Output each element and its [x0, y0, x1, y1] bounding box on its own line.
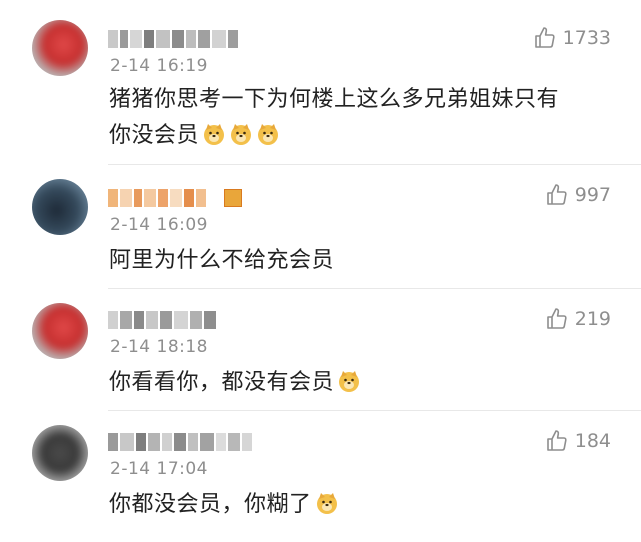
avatar[interactable] [32, 425, 88, 481]
comment-timestamp: 2-14 16:09 [110, 215, 208, 235]
comment-text-tail: 你没会员 [109, 123, 200, 148]
comment-time: 16:09 [156, 215, 208, 235]
username-blurred[interactable] [108, 431, 254, 453]
comment-text-body: 你都没会员，你糊了 [109, 492, 312, 517]
comment-text: 猪猪你思考一下为何楼上这么多兄弟姐妹只有 你没会员 [109, 82, 609, 154]
like-button[interactable]: 184 [545, 429, 611, 453]
comment-text: 你都没会员，你糊了 [109, 487, 609, 523]
thumbs-up-icon [546, 430, 567, 451]
avatar[interactable] [32, 179, 88, 235]
comment-date: 2-14 [110, 215, 151, 235]
comment-item: 2-14 16:09 阿里为什么不给充会员 997 [0, 165, 641, 287]
username-blurred[interactable] [108, 309, 218, 331]
like-button[interactable]: 997 [545, 183, 611, 207]
comment-item: 2-14 17:04 你都没会员，你糊了 184 [0, 411, 641, 542]
doge-emoji [258, 124, 279, 145]
username-blurred[interactable] [108, 187, 244, 209]
comment-text-line-2: 你没会员 [109, 118, 609, 154]
comment-item: 2-14 16:19 猪猪你思考一下为何楼上这么多兄弟姐妹只有 你没会员 173… [0, 0, 641, 160]
like-count: 184 [574, 430, 611, 452]
comment-text: 你看看你，都没有会员 [109, 365, 609, 401]
avatar[interactable] [32, 20, 88, 76]
username-blurred[interactable] [108, 28, 240, 50]
comment-timestamp: 2-14 18:18 [110, 337, 208, 357]
comment-item: 2-14 18:18 你看看你，都没有会员 219 [0, 289, 641, 409]
comment-text-line: 猪猪你思考一下为何楼上这么多兄弟姐妹只有 [109, 87, 560, 112]
doge-emoji [204, 124, 225, 145]
comment-text-body: 你看看你，都没有会员 [109, 370, 335, 395]
comment-time: 18:18 [156, 337, 208, 357]
avatar[interactable] [32, 303, 88, 359]
comment-text-line: 你都没会员，你糊了 [109, 487, 609, 523]
doge-emoji [316, 493, 337, 514]
doge-emoji [231, 124, 252, 145]
badge-icon [224, 189, 242, 207]
comment-text-line: 阿里为什么不给充会员 [109, 248, 335, 273]
comment-time: 17:04 [156, 459, 208, 479]
like-count: 997 [574, 184, 611, 206]
comment-time: 16:19 [156, 56, 208, 76]
like-button[interactable]: 219 [545, 307, 611, 331]
doge-emoji [339, 371, 360, 392]
like-button[interactable]: 1733 [533, 26, 611, 50]
thumbs-up-icon [546, 184, 567, 205]
comment-timestamp: 2-14 17:04 [110, 459, 208, 479]
comment-date: 2-14 [110, 56, 151, 76]
comment-feed: 2-14 16:19 猪猪你思考一下为何楼上这么多兄弟姐妹只有 你没会员 173… [0, 0, 641, 542]
comment-date: 2-14 [110, 459, 151, 479]
comment-timestamp: 2-14 16:19 [110, 56, 208, 76]
like-count: 219 [574, 308, 611, 330]
thumbs-up-icon [546, 308, 567, 329]
comment-date: 2-14 [110, 337, 151, 357]
comment-text: 阿里为什么不给充会员 [109, 243, 609, 279]
comment-text-line: 你看看你，都没有会员 [109, 365, 609, 401]
thumbs-up-icon [534, 27, 555, 48]
like-count: 1733 [562, 27, 611, 49]
